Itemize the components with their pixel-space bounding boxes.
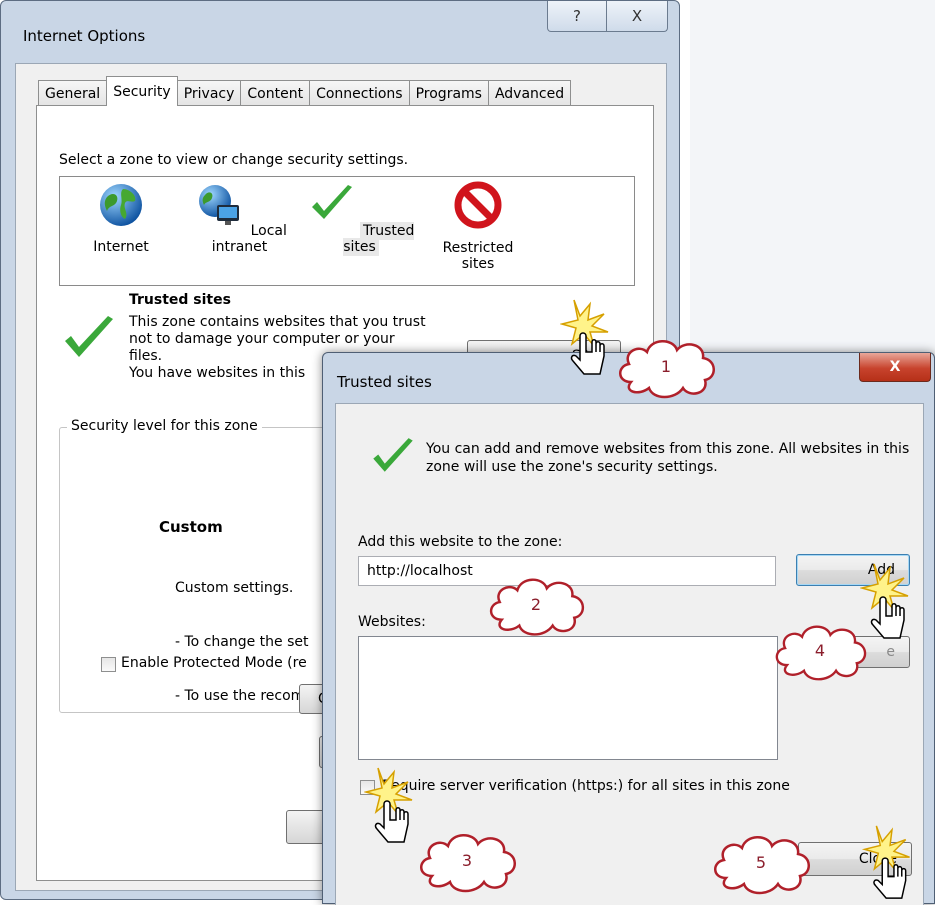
callout-3: 3 bbox=[414, 826, 520, 894]
protected-mode-checkbox[interactable] bbox=[101, 657, 116, 672]
green-check-icon bbox=[311, 185, 352, 219]
zone-restricted-sites[interactable]: Restricted sites bbox=[428, 181, 528, 273]
require-https-label: Require server verification (https:) for… bbox=[382, 778, 790, 794]
intranet-icon bbox=[199, 185, 240, 225]
zone-label: Restricted sites bbox=[442, 240, 514, 272]
window-title: Trusted sites bbox=[337, 373, 432, 391]
trusted-check-icon bbox=[373, 438, 413, 472]
custom-line: - To change the set bbox=[175, 634, 309, 650]
tab-security[interactable]: Security bbox=[106, 76, 178, 106]
help-button[interactable]: ? bbox=[547, 1, 607, 32]
add-website-label: Add this website to the zone: bbox=[358, 534, 563, 550]
callout-2: 2 bbox=[484, 570, 588, 638]
callout-number: 2 bbox=[530, 594, 542, 614]
custom-line: - To use the recomm bbox=[175, 688, 318, 704]
tab-advanced[interactable]: Advanced bbox=[487, 80, 572, 106]
help-icon: ? bbox=[573, 7, 581, 25]
trusted-check-icon bbox=[65, 316, 113, 357]
window-title: Internet Options bbox=[23, 27, 146, 45]
tab-strip: General Security Privacy Content Connect… bbox=[38, 76, 572, 106]
no-entry-icon bbox=[454, 181, 502, 229]
custom-level-title: Custom bbox=[159, 518, 223, 536]
hand-cursor-icon bbox=[860, 563, 909, 639]
zone-prompt: Select a zone to view or change security… bbox=[59, 152, 409, 168]
hand-cursor-icon bbox=[364, 767, 413, 843]
security-level-title: Security level for this zone bbox=[67, 418, 262, 434]
callout-4: 4 bbox=[770, 616, 870, 684]
close-button[interactable]: X bbox=[859, 353, 931, 382]
zone-list: Internet Local intranet Trusted sites Re… bbox=[59, 176, 635, 286]
tab-privacy[interactable]: Privacy bbox=[176, 80, 242, 106]
caption-buttons: ? X bbox=[547, 1, 668, 33]
websites-label: Websites: bbox=[358, 614, 426, 630]
close-icon: X bbox=[631, 7, 643, 25]
zone-label: Internet bbox=[93, 239, 149, 255]
zone-internet[interactable]: Internet bbox=[76, 181, 166, 255]
close-button[interactable]: X bbox=[607, 1, 668, 32]
callout-number: 3 bbox=[461, 850, 473, 870]
callout-number: 5 bbox=[755, 852, 767, 872]
globe-icon bbox=[100, 184, 142, 226]
zone-heading: Trusted sites bbox=[129, 292, 231, 308]
hand-cursor-icon bbox=[862, 825, 910, 899]
tab-general[interactable]: General bbox=[38, 80, 108, 106]
tab-connections[interactable]: Connections bbox=[309, 80, 410, 106]
callout-number: 1 bbox=[660, 356, 672, 376]
zone-trusted-sites[interactable]: Trusted sites bbox=[306, 181, 416, 256]
callout-1: 1 bbox=[613, 332, 719, 400]
hand-cursor-icon bbox=[560, 299, 609, 375]
tab-programs[interactable]: Programs bbox=[408, 80, 489, 106]
tab-content[interactable]: Content bbox=[240, 80, 311, 106]
zone-local-intranet[interactable]: Local intranet bbox=[182, 181, 300, 255]
close-icon: X bbox=[889, 359, 901, 375]
custom-line: Custom settings. bbox=[175, 580, 294, 596]
websites-list[interactable] bbox=[358, 636, 778, 760]
info-text: You can add and remove websites from thi… bbox=[426, 441, 910, 475]
callout-number: 4 bbox=[814, 640, 826, 660]
custom-level-text: Custom settings. - To change the set - T… bbox=[175, 543, 318, 741]
callout-5: 5 bbox=[708, 828, 814, 896]
protected-mode-label: Enable Protected Mode (re bbox=[121, 655, 307, 671]
